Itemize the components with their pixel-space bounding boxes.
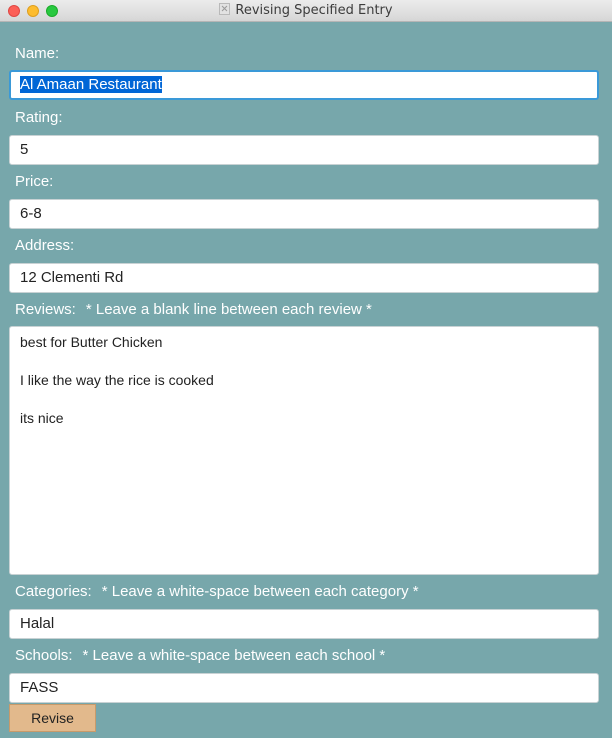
schools-input[interactable]: FASS (9, 673, 599, 703)
schools-label: Schools: (15, 647, 73, 664)
review-line: best for Butter Chicken (20, 334, 163, 350)
rating-label: Rating: (15, 109, 63, 126)
categories-hint: * Leave a white-space between each categ… (101, 583, 419, 600)
schools-hint: * Leave a white-space between each schoo… (82, 647, 386, 664)
document-icon (219, 3, 231, 15)
name-input[interactable]: Al Amaan Restaurant (9, 70, 599, 100)
categories-label: Categories: (15, 583, 92, 600)
schools-label-row: Schools: * Leave a white-space between ea… (15, 647, 385, 664)
title-bar[interactable]: Revising Specified Entry (0, 0, 612, 22)
revise-button[interactable]: Revise (9, 704, 96, 732)
window-title-wrap: Revising Specified Entry (0, 3, 612, 18)
categories-input[interactable]: Halal (9, 609, 599, 639)
reviews-textarea[interactable]: best for Butter Chicken I like the way t… (9, 326, 599, 575)
app-window: Revising Specified Entry Name: Al Amaan … (0, 0, 612, 738)
price-label: Price: (15, 173, 54, 190)
name-input-value: Al Amaan Restaurant (20, 76, 162, 93)
address-label: Address: (15, 237, 75, 254)
reviews-label-row: Reviews: * Leave a blank line between eac… (15, 301, 372, 318)
name-label: Name: (15, 45, 60, 62)
reviews-label: Reviews: (15, 301, 76, 318)
rating-input[interactable]: 5 (9, 135, 599, 165)
price-input[interactable]: 6-8 (9, 199, 599, 229)
window-title: Revising Specified Entry (235, 3, 393, 18)
categories-label-row: Categories: * Leave a white-space between… (15, 583, 419, 600)
review-line: I like the way the rice is cooked (20, 372, 214, 388)
reviews-hint: * Leave a blank line between each review… (85, 301, 372, 318)
review-line: its nice (20, 410, 64, 426)
address-input[interactable]: 12 Clementi Rd (9, 263, 599, 293)
